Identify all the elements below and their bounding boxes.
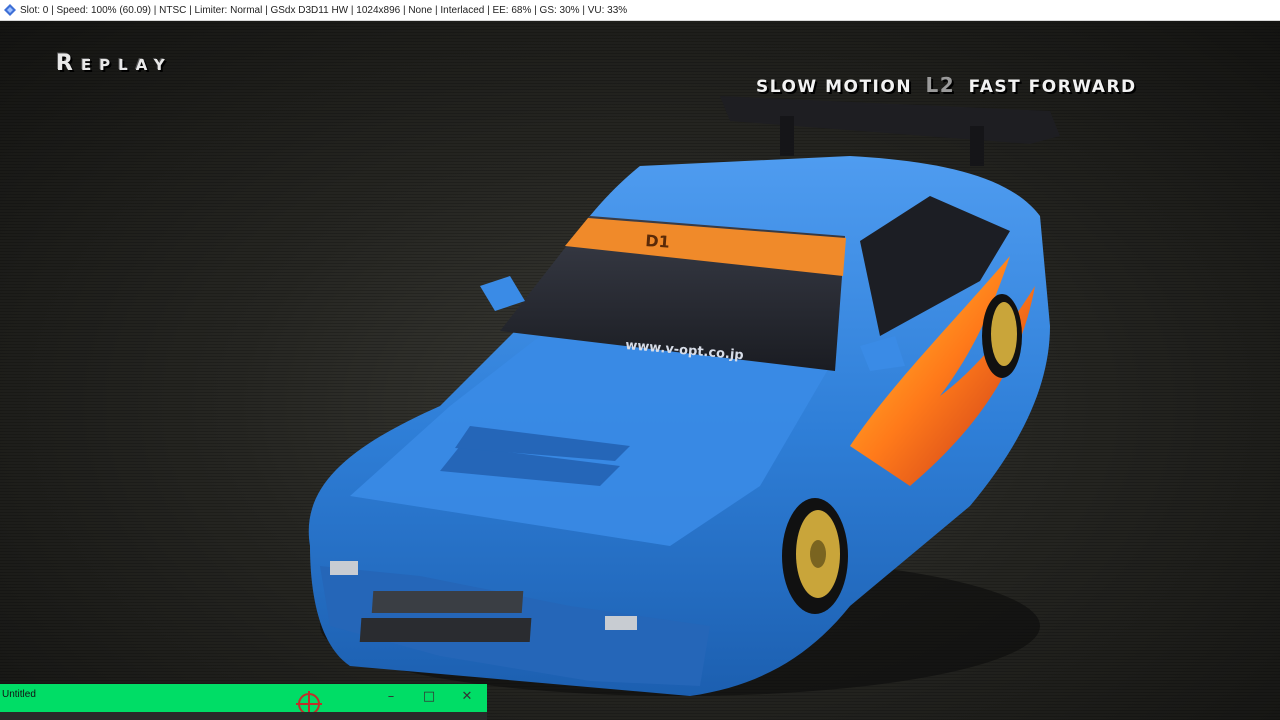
window-controls: – □ ✕: [381, 686, 477, 706]
close-icon[interactable]: ✕: [457, 686, 477, 706]
emulator-status-text: Slot: 0 | Speed: 100% (60.09) | NTSC | L…: [20, 4, 628, 16]
emulator-title-bar: Slot: 0 | Speed: 100% (60.09) | NTSC | L…: [0, 0, 1280, 21]
mini-window-title: Untitled: [2, 689, 36, 700]
mini-window-bottom-strip: [0, 712, 487, 720]
slow-motion-label: SLOW MOTION: [756, 77, 913, 97]
replay-label: Replay: [56, 51, 173, 76]
drift-car: D1 www.v-opt.co.jp: [308, 96, 1060, 696]
banner-text: D1: [645, 231, 671, 252]
pcsx2-diamond-icon: [4, 4, 16, 16]
maximize-icon[interactable]: □: [419, 686, 439, 706]
minimize-icon[interactable]: –: [381, 686, 401, 706]
fast-forward-label: FAST FORWARD: [968, 77, 1137, 97]
l2-button-label: L2: [925, 73, 956, 97]
rear-wing: [720, 96, 1060, 144]
game-viewport[interactable]: Replay SLOW MOTION L2 FAST FORWARD D1 ww…: [0, 21, 1280, 720]
mini-window[interactable]: Untitled – □ ✕: [0, 684, 487, 720]
playback-hint: SLOW MOTION L2 FAST FORWARD: [756, 73, 1137, 97]
